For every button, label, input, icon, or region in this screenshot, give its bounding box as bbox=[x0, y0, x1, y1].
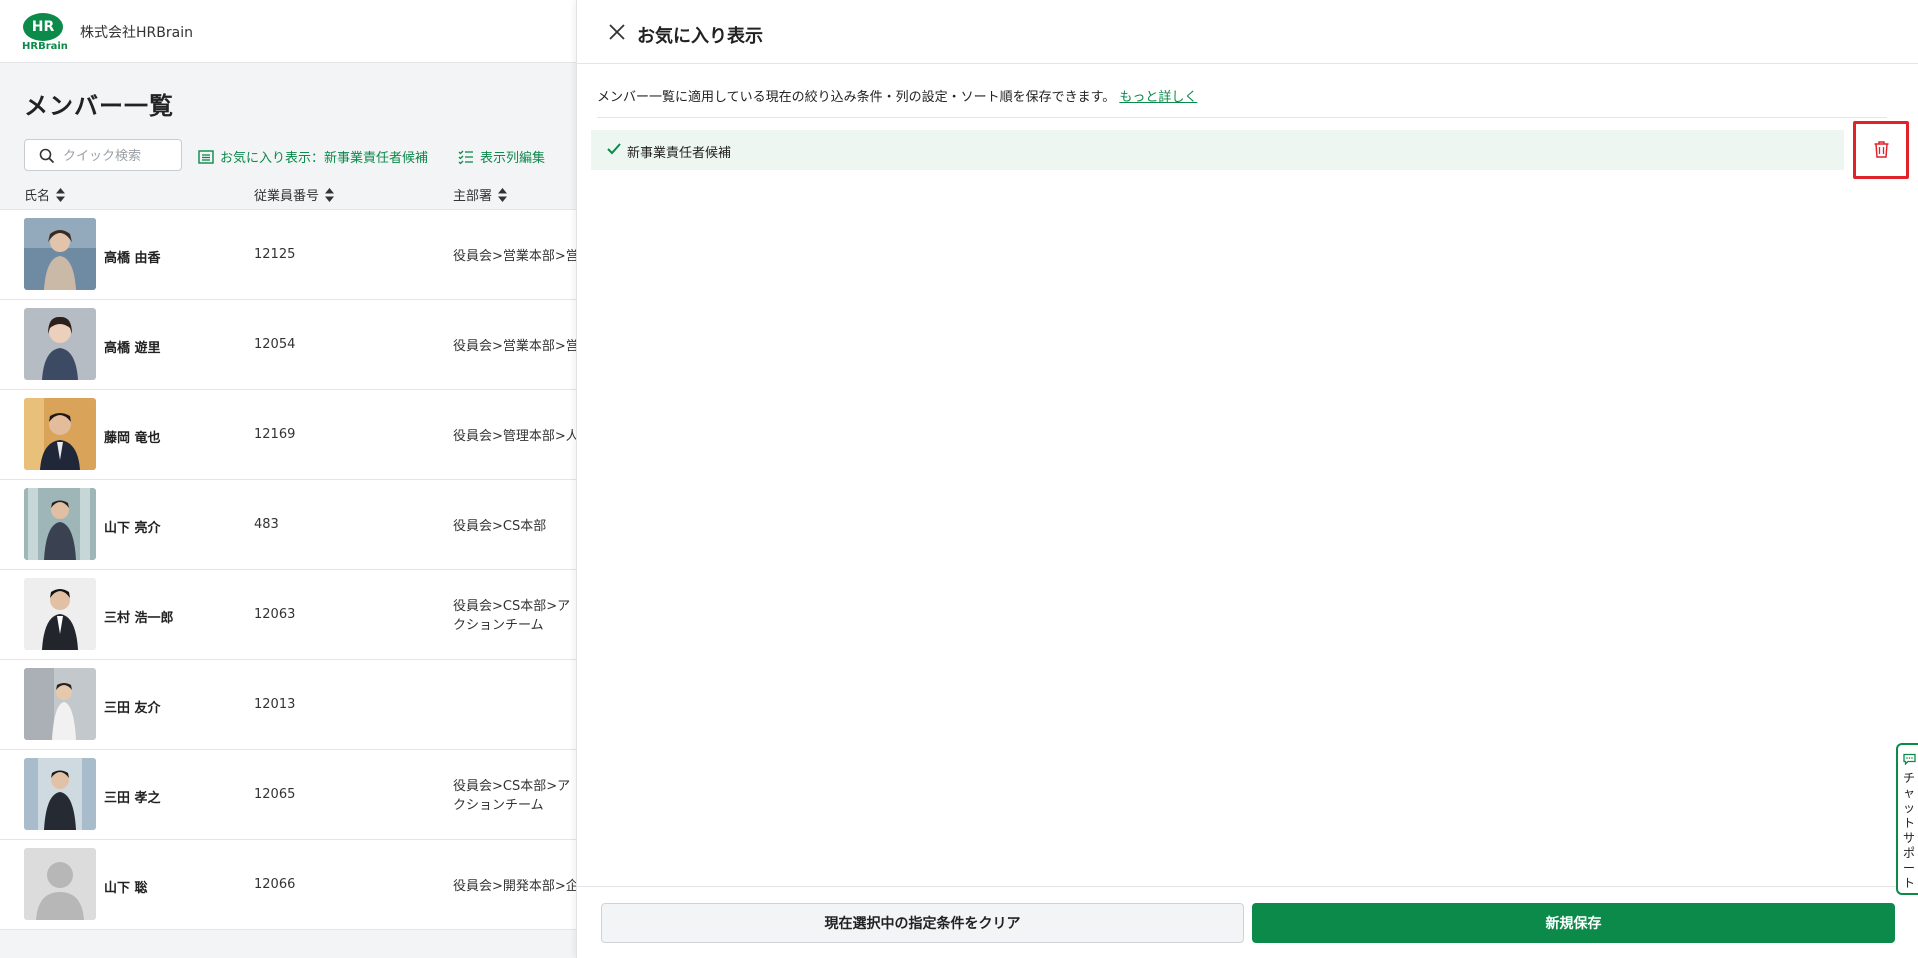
list-icon bbox=[198, 149, 214, 164]
avatar-photo bbox=[24, 668, 96, 740]
table-row[interactable]: 高橋 由香 12125 役員会>営業本部>営 bbox=[0, 210, 580, 300]
employee-number: 12169 bbox=[254, 427, 296, 442]
member-name[interactable]: 三村 浩一郎 bbox=[104, 607, 174, 626]
favorite-item[interactable]: 新事業責任者候補 bbox=[591, 130, 1844, 170]
description-text: メンバー一覧に適用している現在の絞り込み条件・列の設定・ソート順を保存できます。 bbox=[597, 90, 1116, 105]
panel-title: お気に入り表示 bbox=[637, 26, 763, 47]
divider bbox=[597, 117, 1887, 118]
panel-description: メンバー一覧に適用している現在の絞り込み条件・列の設定・ソート順を保存できます。… bbox=[597, 86, 1197, 105]
quick-search[interactable] bbox=[24, 139, 182, 171]
panel-footer: 現在選択中の指定条件をクリア 新規保存 bbox=[577, 886, 1918, 958]
employee-number: 12065 bbox=[254, 787, 296, 802]
avatar-photo bbox=[24, 488, 96, 560]
logo-wordmark: HRBrain bbox=[22, 41, 68, 52]
avatar-photo bbox=[24, 308, 96, 380]
hrbrain-logo[interactable]: HR HRBrain bbox=[22, 13, 68, 53]
column-header-name[interactable]: 氏名 bbox=[24, 185, 66, 204]
employee-number: 12066 bbox=[254, 877, 296, 892]
close-panel-button[interactable] bbox=[607, 22, 627, 42]
member-name[interactable]: 三田 友介 bbox=[104, 697, 161, 716]
check-icon bbox=[607, 143, 621, 155]
sort-icon bbox=[325, 187, 335, 202]
clear-conditions-button[interactable]: 現在選択中の指定条件をクリア bbox=[601, 903, 1244, 943]
chat-support-tab[interactable]: チャットサポート bbox=[1896, 743, 1918, 895]
favorite-item-label: 新事業責任者候補 bbox=[627, 146, 732, 161]
trash-icon bbox=[1874, 141, 1889, 158]
department: 役員会>CS本部>アクションチーム bbox=[453, 599, 571, 633]
edit-columns-link[interactable]: 表示列編集 bbox=[458, 147, 545, 166]
avatar-photo bbox=[24, 218, 96, 290]
member-name[interactable]: 山下 聡 bbox=[104, 877, 148, 896]
employee-number: 12054 bbox=[254, 337, 296, 352]
table-row[interactable]: 藤岡 竜也 12169 役員会>管理本部>人 bbox=[0, 390, 580, 480]
member-name[interactable]: 山下 亮介 bbox=[104, 517, 161, 536]
table-row[interactable]: 山下 亮介 483 役員会>CS本部 bbox=[0, 480, 580, 570]
chat-support-label: チャットサポート bbox=[1902, 771, 1915, 890]
save-new-button[interactable]: 新規保存 bbox=[1252, 903, 1895, 943]
page-title: メンバー一覧 bbox=[24, 92, 174, 120]
search-icon bbox=[39, 148, 55, 164]
logo-mark: HR bbox=[23, 13, 63, 41]
favorite-view-link[interactable]: お気に入り表示：新事業責任者候補 bbox=[198, 147, 428, 166]
member-name[interactable]: 高橋 遊里 bbox=[104, 337, 161, 356]
employee-number: 12063 bbox=[254, 607, 296, 622]
member-name[interactable]: 高橋 由香 bbox=[104, 247, 161, 266]
column-header-employee-no[interactable]: 従業員番号 bbox=[254, 185, 335, 204]
department: 役員会>開発本部>企 bbox=[453, 879, 579, 894]
table-header: 氏名 従業員番号 主部署 bbox=[0, 176, 580, 210]
department: 役員会>営業本部>営 bbox=[453, 339, 579, 354]
column-header-department[interactable]: 主部署 bbox=[453, 185, 508, 204]
avatar-photo bbox=[24, 578, 96, 650]
sort-icon bbox=[56, 187, 66, 202]
table-row[interactable]: 高橋 遊里 12054 役員会>営業本部>営 bbox=[0, 300, 580, 390]
panel-header: お気に入り表示 bbox=[577, 0, 1918, 64]
employee-number: 12125 bbox=[254, 247, 296, 262]
chat-bubble-icon bbox=[1903, 753, 1916, 765]
table-row[interactable]: 三田 孝之 12065 役員会>CS本部>アクションチーム bbox=[0, 750, 580, 840]
sort-icon bbox=[498, 187, 508, 202]
company-name: 株式会社HRBrain bbox=[80, 25, 193, 41]
avatar-photo bbox=[24, 758, 96, 830]
edit-columns-label: 表示列編集 bbox=[480, 151, 546, 166]
member-name[interactable]: 藤岡 竜也 bbox=[104, 427, 161, 446]
search-input[interactable] bbox=[63, 146, 173, 166]
member-toolbar: お気に入り表示：新事業責任者候補 表示列編集 bbox=[0, 136, 580, 176]
employee-number: 483 bbox=[254, 517, 279, 532]
table-row[interactable]: 山下 聡 12066 役員会>開発本部>企 bbox=[0, 840, 580, 930]
department: 役員会>CS本部>アクションチーム bbox=[453, 779, 571, 813]
department: 役員会>営業本部>営 bbox=[453, 249, 579, 264]
department: 役員会>管理本部>人 bbox=[453, 429, 579, 444]
avatar-placeholder-icon bbox=[24, 848, 96, 920]
favorites-panel: お気に入り表示 メンバー一覧に適用している現在の絞り込み条件・列の設定・ソート順… bbox=[576, 0, 1918, 958]
checklist-icon bbox=[458, 150, 473, 164]
learn-more-link[interactable]: もっと詳しく bbox=[1119, 90, 1197, 105]
delete-favorite-button[interactable] bbox=[1853, 121, 1909, 179]
employee-number: 12013 bbox=[254, 697, 296, 712]
table-row[interactable]: 三田 友介 12013 bbox=[0, 660, 580, 750]
favorite-view-label: お気に入り表示：新事業責任者候補 bbox=[220, 151, 429, 166]
table-row[interactable]: 三村 浩一郎 12063 役員会>CS本部>アクションチーム bbox=[0, 570, 580, 660]
member-name[interactable]: 三田 孝之 bbox=[104, 787, 161, 806]
avatar-photo bbox=[24, 398, 96, 470]
department: 役員会>CS本部 bbox=[453, 519, 547, 534]
member-table: 氏名 従業員番号 主部署 高橋 由香 12125 役員会>営業本部>営 高橋 遊… bbox=[0, 176, 580, 930]
close-icon bbox=[609, 24, 625, 40]
